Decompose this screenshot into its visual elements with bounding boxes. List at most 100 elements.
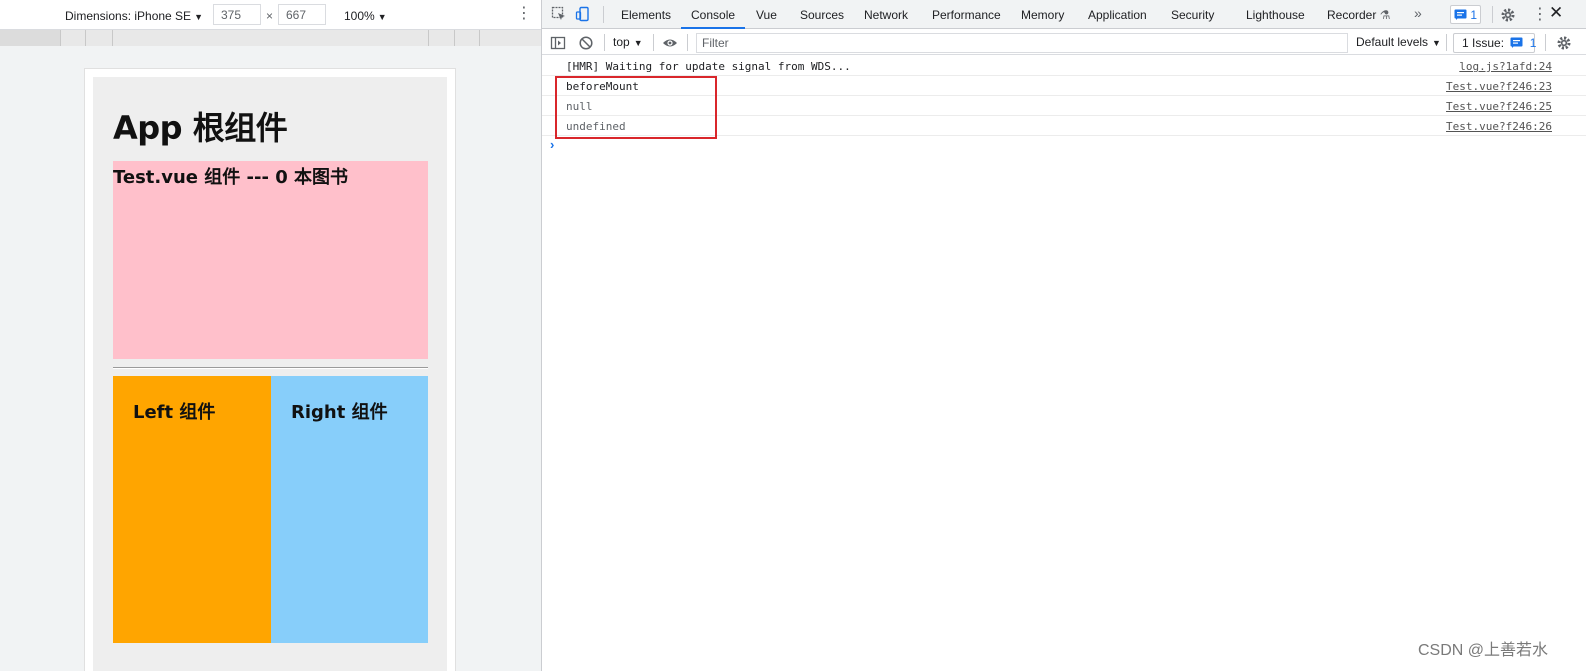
devtools-tabbar: Elements Console Vue Sources Network Performa… — [542, 0, 1586, 29]
issues-button[interactable]: 1 Issue: 1 — [1453, 33, 1537, 53]
log-source-link[interactable]: Test.vue?f246:26 — [1446, 120, 1552, 133]
settings-gear-icon[interactable] — [1500, 7, 1516, 23]
console-log-row[interactable]: undefined Test.vue?f246:26 — [542, 116, 1586, 136]
watermark: CSDN @上善若水 — [1418, 642, 1549, 659]
tab-label: Memory — [1021, 8, 1065, 22]
times-symbol: × — [266, 9, 274, 23]
tab-label: Console — [691, 8, 736, 22]
caret-down-icon: ▼ — [194, 12, 203, 22]
tab-application[interactable]: Application — [1088, 0, 1147, 29]
width-input[interactable]: 375 — [213, 4, 261, 25]
more-options-icon[interactable]: ⋮ — [516, 5, 532, 23]
ruler-segment[interactable] — [60, 30, 85, 46]
media-query-ruler[interactable] — [0, 30, 541, 46]
log-message: undefined — [566, 120, 626, 133]
tab-lighthouse[interactable]: Lighthouse — [1246, 0, 1305, 29]
context-label: top — [613, 35, 630, 49]
console-toolbar: top▼ Default levels▼ 1 Issue: 1 — [542, 30, 1586, 55]
log-source-link[interactable]: log.js?1afd:24 — [1459, 60, 1552, 73]
experimental-flask-icon: ⚗ — [1376, 8, 1391, 22]
toolbar-separator — [653, 34, 654, 51]
toolbar-separator — [1492, 6, 1493, 23]
issues-count: 1 — [1529, 36, 1537, 50]
log-levels-label: Default levels — [1356, 35, 1429, 49]
more-tabs-icon[interactable]: » — [1414, 5, 1422, 21]
device-emulation-pane: Dimensions: iPhone SE ▼ 375 × 667 100% ▼ ⋮… — [0, 0, 541, 671]
app-title: App 根组件 — [113, 109, 288, 147]
inspect-element-icon[interactable] — [551, 6, 567, 22]
tab-console[interactable]: Console — [681, 0, 746, 29]
tab-label: Sources — [800, 8, 845, 22]
filter-input[interactable] — [696, 33, 1348, 53]
console-log-row[interactable]: beforeMount Test.vue?f246:23 — [542, 76, 1586, 96]
log-levels-dropdown[interactable]: Default levels ▼ — [1356, 35, 1441, 49]
device-viewport[interactable]: App 根组件 Test.vue 组件 --- 0 本图书 Left 组件 Ri… — [84, 68, 456, 671]
show-sidebar-icon[interactable] — [550, 35, 566, 51]
tab-memory[interactable]: Memory — [1021, 0, 1064, 29]
console-messages: [HMR] Waiting for update signal from WDS… — [542, 56, 1586, 154]
left-component: Left 组件 — [113, 376, 271, 643]
toolbar-separator — [604, 34, 605, 51]
toolbar-separator — [1446, 34, 1447, 51]
prompt-chevron-icon: › — [550, 137, 555, 152]
issues-label: 1 Issue: — [1462, 36, 1505, 50]
divider — [113, 367, 428, 369]
caret-down-icon: ▼ — [377, 12, 387, 22]
ruler-segment[interactable] — [454, 30, 479, 46]
ruler-segment[interactable] — [479, 30, 541, 46]
log-source-link[interactable]: Test.vue?f246:25 — [1446, 100, 1552, 113]
device-toolbar: Dimensions: iPhone SE ▼ 375 × 667 100% ▼ ⋮ — [0, 0, 541, 30]
dimensions-dropdown[interactable]: Dimensions: iPhone SE ▼ — [65, 9, 203, 23]
ruler-segment[interactable] — [112, 30, 428, 46]
toolbar-separator — [1545, 34, 1546, 51]
log-rows: [HMR] Waiting for update signal from WDS… — [542, 56, 1586, 136]
customize-menu-icon[interactable]: ⋮ — [1532, 4, 1548, 24]
left-component-label: Left 组件 — [133, 402, 216, 423]
live-expression-eye-icon[interactable] — [662, 35, 678, 51]
message-icon — [1454, 9, 1467, 20]
ruler-segment[interactable] — [85, 30, 112, 46]
issues-badge-count: 1 — [1470, 8, 1478, 22]
issues-badge-button[interactable]: 1 — [1450, 5, 1481, 24]
device-toolbar-icon[interactable] — [575, 6, 591, 22]
dimensions-label: Dimensions: iPhone SE — [65, 9, 192, 23]
height-input[interactable]: 667 — [278, 4, 326, 25]
console-prompt[interactable]: › — [542, 136, 1586, 154]
test-component: Test.vue 组件 --- 0 本图书 — [113, 161, 428, 359]
close-icon[interactable]: ✕ — [1549, 3, 1563, 23]
tab-network[interactable]: Network — [864, 0, 908, 29]
tab-label: Performance — [932, 8, 1001, 22]
zoom-dropdown[interactable]: 100% ▼ — [344, 9, 387, 23]
right-component-label: Right 组件 — [291, 402, 388, 423]
console-log-row[interactable]: null Test.vue?f246:25 — [542, 96, 1586, 116]
context-dropdown[interactable]: top ▼ — [613, 35, 643, 49]
toolbar-separator — [603, 6, 604, 23]
zoom-label: 100% — [344, 9, 375, 23]
caret-down-icon: ▼ — [633, 38, 643, 48]
tab-label: Elements — [621, 8, 672, 22]
tab-sources[interactable]: Sources — [800, 0, 844, 29]
log-message: beforeMount — [566, 80, 639, 93]
tab-label: Vue — [756, 8, 777, 22]
right-component: Right 组件 — [271, 376, 428, 643]
caret-down-icon: ▼ — [1432, 38, 1441, 48]
tab-security[interactable]: Security — [1171, 0, 1214, 29]
log-message: null — [566, 100, 593, 113]
ruler-segment[interactable] — [428, 30, 454, 46]
app-root: App 根组件 Test.vue 组件 --- 0 本图书 Left 组件 Ri… — [93, 77, 447, 671]
screen: Dimensions: iPhone SE ▼ 375 × 667 100% ▼ ⋮… — [0, 0, 1586, 671]
log-source-link[interactable]: Test.vue?f246:23 — [1446, 80, 1552, 93]
tab-vue[interactable]: Vue — [756, 0, 777, 29]
tab-label: Security — [1171, 8, 1215, 22]
console-settings-gear-icon[interactable] — [1556, 35, 1572, 51]
tab-performance[interactable]: Performance — [932, 0, 1001, 29]
tab-label: Network — [864, 8, 909, 22]
tab-label: Recorder — [1327, 8, 1377, 22]
tab-label: Lighthouse — [1246, 8, 1305, 22]
devtools-panel: Elements Console Vue Sources Network Performa… — [542, 0, 1586, 671]
tab-elements[interactable]: Elements — [621, 0, 671, 29]
console-log-row[interactable]: [HMR] Waiting for update signal from WDS… — [542, 56, 1586, 76]
clear-console-icon[interactable] — [578, 35, 594, 51]
tab-recorder[interactable]: Recorder ⚗ — [1327, 0, 1390, 29]
test-component-title: Test.vue 组件 --- 0 本图书 — [113, 167, 349, 188]
